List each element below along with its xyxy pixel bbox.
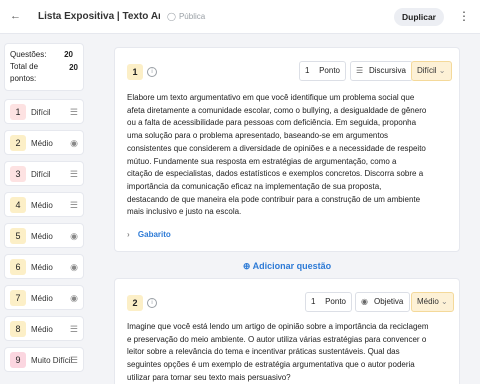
points-unit: Ponto (319, 66, 340, 75)
visibility-indicator[interactable]: ◯ Pública (167, 12, 205, 21)
lines-icon: ☰ (356, 66, 364, 75)
question-type-selector[interactable]: ☰ Discursiva (350, 61, 413, 81)
difficulty-label: Difícil (417, 66, 437, 75)
questions-count: 20 (64, 50, 73, 59)
lines-icon: ☰ (69, 355, 78, 365)
question-list-item[interactable]: 3 Difícil ☰ (4, 161, 84, 186)
globe-icon: ◯ (167, 12, 176, 21)
question-text: Elabore um texto argumentativo em que vo… (127, 92, 427, 219)
more-options-icon[interactable]: ⋮ (458, 9, 470, 23)
visibility-label: Pública (178, 12, 206, 21)
question-list-difficulty: Médio (31, 325, 53, 334)
lines-icon: ☰ (69, 169, 78, 179)
answer-key-label: Gabarito (137, 230, 171, 239)
question-text-line: utilizar para tornar seu texto mais pers… (127, 372, 291, 382)
question-text-line: importância da comunicação eficaz na imp… (127, 181, 382, 191)
question-list-number: 3 (10, 166, 26, 182)
question-list-difficulty: Médio (31, 294, 53, 303)
radio-icon: ◉ (361, 297, 368, 306)
question-list-difficulty: Médio (31, 201, 53, 210)
question-text-line: mais inclusivo e justo na escola. (127, 207, 242, 217)
radio-icon: ◉ (70, 138, 78, 148)
question-list-difficulty: Muito Difícil (31, 356, 73, 365)
question-list-item[interactable]: 1 Difícil ☰ (4, 99, 84, 124)
question-list-number: 1 (10, 104, 26, 120)
question-type-label: Objetiva (374, 297, 404, 306)
arrow-left-icon[interactable]: ← (10, 10, 21, 22)
top-bar: ← Lista Expositiva | Texto Arg... ◯ Públ… (0, 0, 480, 34)
points-label: Total de pontos: (10, 62, 39, 83)
stats-panel: Questões: 20 Total de pontos: 20 (4, 43, 84, 91)
points-field[interactable]: 1 Ponto (299, 61, 346, 81)
page-title: Lista Expositiva | Texto Arg... (38, 11, 160, 22)
question-list-difficulty: Médio (31, 232, 53, 241)
question-text-line: seguintes opções é um exemplo de estraté… (127, 360, 415, 370)
add-question-label: Adicionar questão (252, 261, 332, 271)
question-text-line: afeta diretamente a comunidade escolar, … (127, 105, 427, 115)
radio-icon: ◉ (70, 231, 78, 241)
question-list-number: 5 (10, 228, 26, 244)
question-text-line: Imagine que você está lendo um artigo de… (127, 322, 429, 331)
question-list-difficulty: Médio (31, 139, 53, 148)
question-list-difficulty: Difícil (31, 170, 51, 179)
points-value: 1 (305, 66, 310, 75)
question-list-number: 9 (10, 352, 26, 368)
question-list-item[interactable]: 4 Médio ☰ (4, 192, 84, 217)
question-text-line: e preservação do meio ambiente. O autor … (127, 334, 427, 344)
lines-icon: ☰ (69, 107, 78, 117)
duplicate-button[interactable]: Duplicar (394, 8, 444, 26)
lines-icon: ☰ (69, 324, 78, 334)
answer-key-toggle[interactable]: › Gabarito (127, 230, 171, 239)
question-card: 1 i 1 Ponto ☰ Discursiva Difícil ⌄ Elabo… (114, 47, 460, 252)
questions-label: Questões: (10, 50, 47, 59)
question-text: Imagine que você está lendo um artigo de… (127, 321, 429, 384)
question-text-line: Elabore um texto argumentativo em que vo… (127, 93, 415, 102)
question-text-line: leitor sobre a relevância do tema e ince… (127, 347, 400, 357)
chevron-right-icon: › (127, 230, 130, 239)
question-type-selector[interactable]: ◉ Objetiva (355, 292, 411, 312)
question-list-number: 8 (10, 321, 26, 337)
difficulty-label: Médio (417, 297, 439, 306)
question-list-item[interactable]: 9 Muito Difícil ☰ (4, 347, 84, 372)
question-type-label: Discursiva (369, 66, 406, 75)
question-list-item[interactable]: 2 Médio ◉ (4, 130, 84, 155)
question-list-item[interactable]: 7 Médio ◉ (4, 285, 84, 310)
question-card: 2 i 1 Ponto ◉ Objetiva Médio ⌄ Imagine q… (114, 278, 460, 384)
question-text-line: uma solução para o problema apresentado,… (127, 131, 389, 141)
question-text-line: citação de especialistas, dados estatíst… (127, 169, 424, 179)
radio-icon: ◉ (70, 293, 78, 303)
chevron-down-icon: ⌄ (438, 66, 446, 75)
lines-icon: ☰ (69, 200, 78, 210)
points-field[interactable]: 1 Ponto (305, 292, 352, 312)
difficulty-selector[interactable]: Difícil ⌄ (411, 61, 452, 81)
points-unit: Ponto (325, 297, 346, 306)
question-text-line: ou a falta de acessibilidade para pessoa… (127, 118, 417, 128)
question-list-number: 4 (10, 197, 26, 213)
question-list-difficulty: Difícil (31, 108, 51, 117)
question-list-item[interactable]: 8 Médio ☰ (4, 316, 84, 341)
question-list-item[interactable]: 5 Médio ◉ (4, 223, 84, 248)
add-question-button[interactable]: ⊕ Adicionar questão (0, 261, 480, 272)
question-text-line: mútuo. Fundamente sua resposta em estrat… (127, 156, 397, 166)
question-text-line: consistentes que considerem a diversidad… (127, 143, 426, 153)
question-text-line: destacando de que maneira ela pode contr… (127, 194, 421, 204)
chevron-down-icon: ⌄ (441, 297, 448, 306)
question-list-number: 2 (10, 135, 26, 151)
plus-circle-icon: ⊕ (242, 261, 251, 271)
question-number: 1 (127, 64, 143, 80)
difficulty-selector[interactable]: Médio ⌄ (411, 292, 454, 312)
question-list-number: 7 (10, 290, 26, 306)
points-count: 20 (69, 63, 78, 72)
question-number: 2 (127, 295, 143, 311)
points-value: 1 (311, 297, 316, 306)
info-icon[interactable]: i (147, 298, 157, 308)
info-icon[interactable]: i (147, 67, 157, 77)
